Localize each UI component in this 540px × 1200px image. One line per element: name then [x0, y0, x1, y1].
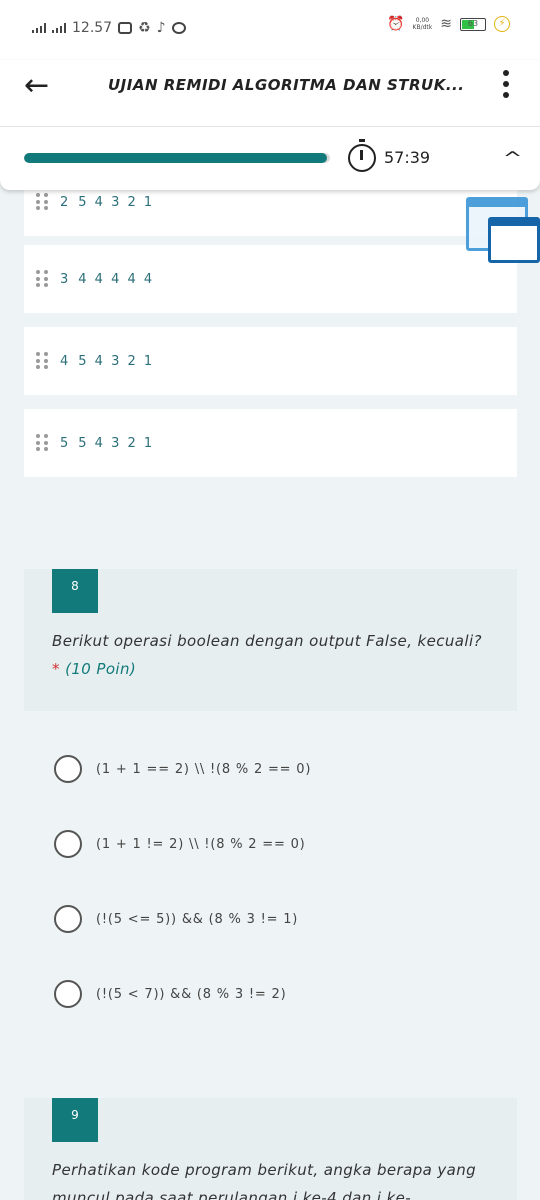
- answer-option[interactable]: (1 + 1 == 2) \\ !(8 % 2 == 0): [54, 754, 311, 784]
- signal-icon-2: [52, 23, 66, 33]
- radio-button[interactable]: [54, 755, 82, 783]
- answer-option[interactable]: (1 + 1 != 2) \\ !(8 % 2 == 0): [54, 829, 306, 859]
- question-points: (10 Poin): [65, 660, 137, 678]
- header-divider: [0, 126, 540, 127]
- question-card: 8 Berikut operasi boolean dengan output …: [24, 569, 517, 711]
- row-value: 5 4 3 2 1: [78, 194, 155, 210]
- net-speed-unit: KB/dtk: [412, 24, 433, 31]
- row-number: 4: [60, 353, 71, 369]
- radio-button[interactable]: [54, 905, 82, 933]
- question-number-badge: 8: [52, 569, 98, 613]
- app-header: ← UJIAN REMIDI ALGORITMA DAN STRUK... 57…: [0, 60, 540, 190]
- row-number: 5: [60, 435, 71, 451]
- back-arrow-icon[interactable]: ←: [24, 68, 60, 104]
- wifi-icon: ≋: [440, 16, 452, 32]
- question-body: Perhatikan kode program berikut, angka b…: [52, 1161, 477, 1200]
- question-body: Berikut operasi boolean dengan output Fa…: [52, 632, 482, 650]
- option-label: (1 + 1 != 2) \\ !(8 % 2 == 0): [96, 836, 306, 852]
- question-text: Berikut operasi boolean dengan output Fa…: [52, 627, 492, 683]
- required-marker: *: [52, 660, 60, 678]
- option-label: (!(5 <= 5)) && (8 % 3 != 1): [96, 911, 299, 927]
- row-number: 2: [60, 194, 71, 210]
- play-icon: [171, 22, 186, 34]
- row-value: 5 4 3 2 1: [78, 435, 155, 451]
- status-time: 12.57: [72, 20, 113, 36]
- drag-handle-icon[interactable]: [36, 352, 48, 370]
- radio-button[interactable]: [54, 830, 82, 858]
- page-title: UJIAN REMIDI ALGORITMA DAN STRUK...: [108, 76, 465, 94]
- option-label: (1 + 1 == 2) \\ !(8 % 2 == 0): [96, 761, 312, 777]
- bolt-icon: ⚡: [494, 16, 510, 32]
- answer-option[interactable]: (!(5 < 7)) && (8 % 3 != 2): [54, 979, 286, 1009]
- net-speed: 0,00 KB/dtk: [413, 17, 433, 31]
- status-left: 12.57 ♻ ♪: [32, 20, 186, 36]
- question-number-badge: 9: [52, 1098, 98, 1142]
- floating-window-icon[interactable]: [466, 197, 540, 263]
- status-right: ⏰ 0,00 KB/dtk ≋ 63 ⚡: [387, 16, 510, 32]
- timer-text: 57:39: [384, 148, 431, 167]
- signal-icon: [32, 23, 46, 33]
- collapse-chevron-icon[interactable]: ^: [503, 148, 523, 169]
- option-label: (!(5 < 7)) && (8 % 3 != 2): [96, 986, 287, 1002]
- status-bar: 12.57 ♻ ♪ ⏰ 0,00 KB/dtk ≋ 63 ⚡: [0, 0, 540, 60]
- timer-icon: [348, 139, 376, 172]
- more-options-icon[interactable]: [502, 70, 510, 98]
- answer-row[interactable]: 3 4 4 4 4 4: [24, 245, 517, 313]
- answer-option[interactable]: (!(5 <= 5)) && (8 % 3 != 1): [54, 904, 298, 934]
- mail-icon: [118, 22, 133, 34]
- tiktok-icon: ♪: [156, 20, 166, 36]
- alarm-icon: ⏰: [387, 16, 405, 32]
- drag-handle-icon[interactable]: [36, 434, 48, 452]
- progress-fill: [24, 153, 327, 163]
- progress-bar: [24, 153, 330, 163]
- row-value: 4 4 4 4 4: [78, 271, 155, 287]
- radio-button[interactable]: [54, 980, 82, 1008]
- answer-row[interactable]: 4 5 4 3 2 1: [24, 327, 517, 395]
- answer-row[interactable]: 5 5 4 3 2 1: [24, 409, 517, 477]
- question-text: Perhatikan kode program berikut, angka b…: [52, 1156, 492, 1200]
- net-speed-value: 0,00: [415, 17, 430, 24]
- drag-handle-icon[interactable]: [36, 270, 48, 288]
- question-card: 9 Perhatikan kode program berikut, angka…: [24, 1098, 517, 1200]
- row-value: 5 4 3 2 1: [78, 353, 155, 369]
- row-number: 3: [60, 271, 71, 287]
- battery-icon: 63: [460, 17, 486, 31]
- recycle-icon: ♻: [138, 20, 151, 36]
- drag-handle-icon[interactable]: [36, 193, 48, 211]
- battery-level: 63: [467, 18, 479, 28]
